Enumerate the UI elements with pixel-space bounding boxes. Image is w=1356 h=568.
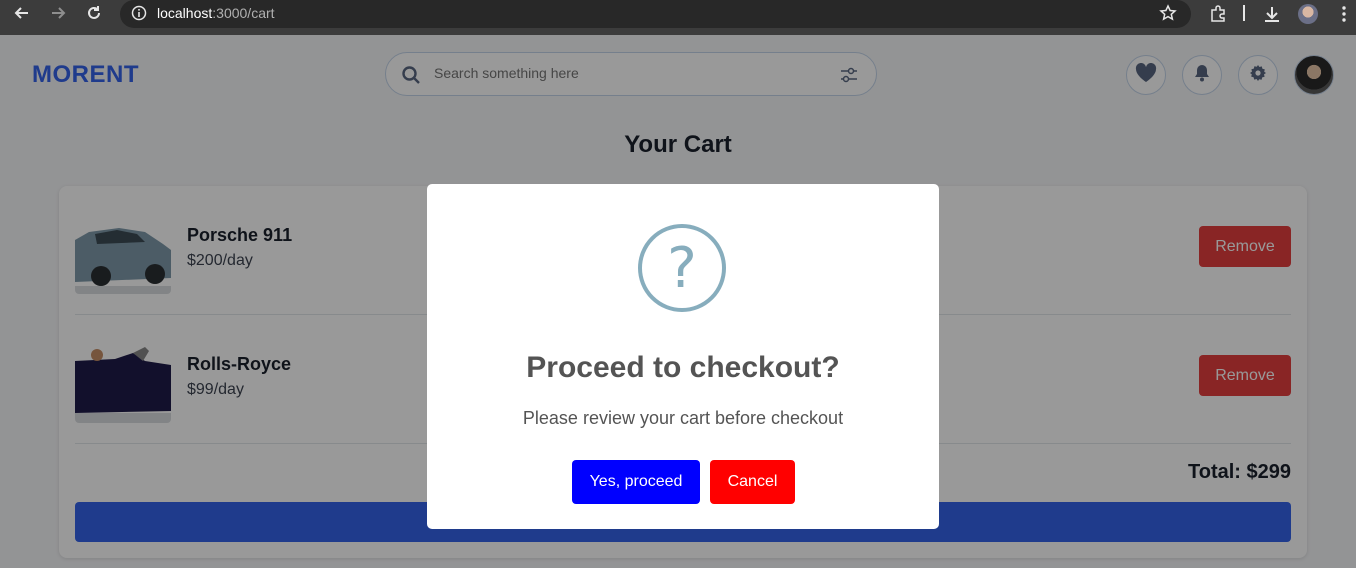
reload-icon[interactable]: [83, 2, 105, 24]
question-icon: ?: [638, 224, 726, 312]
address-bar[interactable]: localhost:3000/cart: [120, 0, 1191, 28]
download-icon[interactable]: [1260, 2, 1284, 26]
cancel-button[interactable]: Cancel: [710, 460, 795, 504]
url-text[interactable]: localhost:3000/cart: [157, 5, 275, 21]
bookmark-star-icon[interactable]: [1159, 4, 1177, 27]
back-icon[interactable]: [11, 2, 33, 24]
forward-icon[interactable]: [47, 2, 69, 24]
url-path: :3000/cart: [212, 5, 275, 21]
dialog-title: Proceed to checkout?: [526, 351, 840, 384]
dialog-message: Please review your cart before checkout: [522, 408, 844, 428]
confirm-dialog: ? Proceed to checkout? Please review you…: [427, 184, 939, 529]
extensions-icon[interactable]: [1206, 2, 1230, 26]
confirm-button[interactable]: Yes, proceed: [572, 460, 700, 504]
menu-kebab-icon[interactable]: [1332, 2, 1356, 26]
site-info-icon[interactable]: [130, 4, 148, 22]
browser-toolbar: localhost:3000/cart: [0, 0, 1356, 35]
profile-avatar-icon[interactable]: [1296, 2, 1320, 26]
url-host: localhost: [157, 5, 213, 21]
toolbar-divider: [1243, 5, 1245, 21]
